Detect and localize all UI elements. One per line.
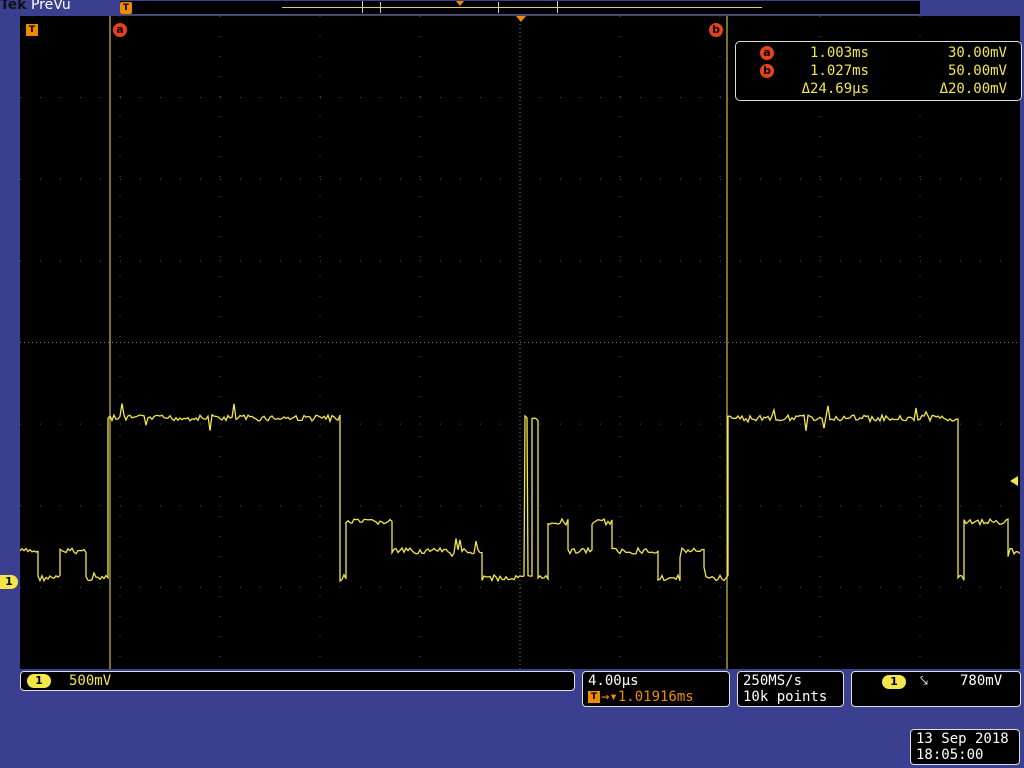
acquisition-box[interactable]: 250MS/s 10k points bbox=[737, 671, 844, 707]
channel-1-scale: 500mV bbox=[69, 673, 112, 689]
horizontal-delay: →▾1.01916ms bbox=[601, 689, 694, 705]
cursor-readout: a 1.003ms 30.00mV b 1.027ms 50.00mV Δ24.… bbox=[735, 41, 1022, 101]
trigger-position-icon[interactable]: T bbox=[26, 24, 38, 36]
trigger-box[interactable]: 1 ⤥ 780mV bbox=[851, 671, 1021, 707]
cursor-row-b: b 1.027ms 50.00mV bbox=[736, 62, 1021, 80]
channel-1-ground-marker[interactable]: 1 bbox=[0, 575, 18, 589]
brand-label: Tek PreVu bbox=[0, 0, 71, 13]
brand-tek: Tek bbox=[0, 0, 27, 13]
cursor-delta-value: Δ20.00mV bbox=[939, 81, 1007, 97]
trigger-delay-icon: T bbox=[588, 691, 600, 703]
record-trigger-marker-icon bbox=[456, 1, 464, 6]
cursor-b-value: 50.00mV bbox=[947, 63, 1007, 79]
record-tick bbox=[498, 2, 499, 13]
cursor-row-delta: Δ24.69µs Δ20.00mV bbox=[736, 80, 1021, 98]
cursor-row-a: a 1.003ms 30.00mV bbox=[736, 44, 1021, 62]
horizontal-box[interactable]: 4.00µs T →▾1.01916ms bbox=[582, 671, 730, 707]
graticule bbox=[20, 16, 1020, 669]
channel-1-scale-box[interactable]: 1 500mV bbox=[20, 671, 575, 691]
record-tick bbox=[380, 2, 381, 13]
cursor-a-tag-icon: a bbox=[760, 46, 774, 60]
time-label: 18:05:00 bbox=[916, 747, 984, 763]
acq-mode-label: PreVu bbox=[30, 0, 71, 13]
cursor-a-time: 1.003ms bbox=[809, 45, 869, 61]
cursor-b-tag-icon: b bbox=[760, 64, 774, 78]
top-status-bar: Tek PreVu T bbox=[0, 0, 1024, 16]
cursor-b-icon[interactable]: b bbox=[709, 23, 723, 37]
date-label: 13 Sep 2018 bbox=[916, 731, 1009, 747]
cursor-delta-time: Δ24.69µs bbox=[801, 81, 869, 97]
cursor-a-icon[interactable]: a bbox=[113, 23, 127, 37]
trigger-level-arrow-icon[interactable] bbox=[1010, 476, 1018, 486]
trigger-source-badge: 1 bbox=[882, 675, 906, 689]
horizontal-scale: 4.00µs bbox=[588, 673, 639, 689]
trigger-flag-icon: T bbox=[120, 2, 132, 14]
falling-edge-icon: ⤥ bbox=[920, 673, 928, 689]
cursor-b-time: 1.027ms bbox=[809, 63, 869, 79]
record-length: 10k points bbox=[743, 689, 828, 705]
trigger-time-marker-icon bbox=[516, 16, 526, 22]
trigger-level: 780mV bbox=[960, 673, 1003, 689]
channel-1-badge: 1 bbox=[27, 674, 51, 688]
waveform-display[interactable] bbox=[20, 16, 1020, 669]
cursor-a-value: 30.00mV bbox=[947, 45, 1007, 61]
record-view-bar[interactable]: T bbox=[120, 1, 920, 15]
sample-rate: 250MS/s bbox=[743, 673, 803, 689]
datetime-box[interactable]: 13 Sep 2018 18:05:00 bbox=[910, 729, 1020, 765]
